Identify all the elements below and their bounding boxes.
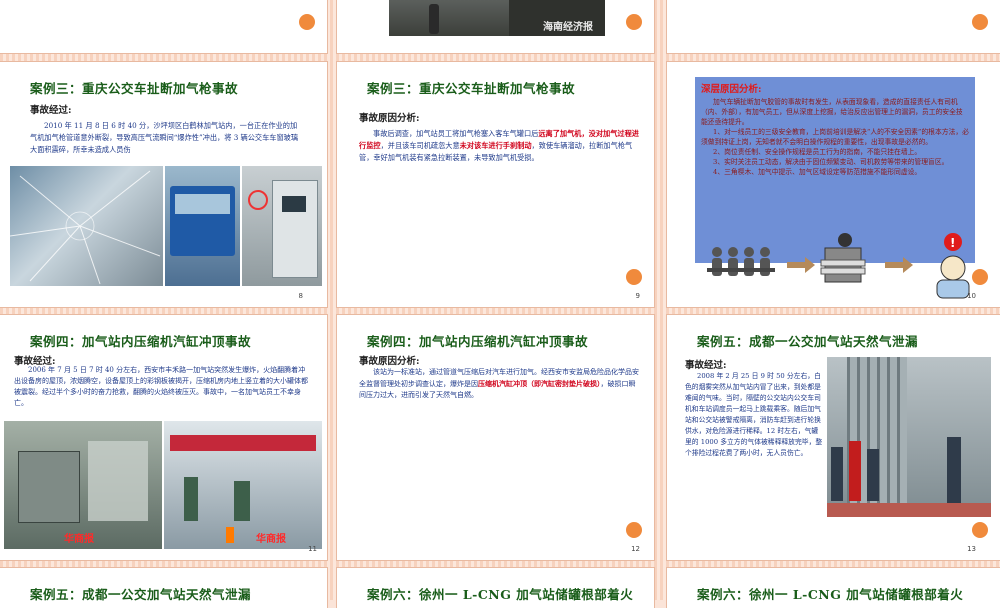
dispenser-screen: [282, 196, 306, 212]
slide-title: 案例五：成都一公交加气站天然气泄漏: [697, 334, 919, 349]
body-text: ，并且该车司机疏忽大意: [380, 141, 460, 150]
page-number: 12: [631, 545, 640, 553]
slide-7[interactable]: [667, 0, 1000, 53]
analysis-text: 加气车辆扯断加气胶管的事故时有发生，从表面现象看，造成的直接责任人有司机（内、外…: [701, 97, 969, 177]
arrow-right-icon: [787, 257, 815, 273]
slide-subtitle: 事故经过:: [30, 105, 72, 116]
dispenser-photo: [242, 166, 322, 286]
worker-figure: [184, 477, 198, 521]
worker-figure: [234, 481, 250, 521]
cracked-glass-graphic: [10, 170, 161, 285]
highlight-text: 未对该车进行手刹制动: [459, 141, 532, 150]
gas-station-photo: 华商报: [164, 421, 322, 549]
slide-dot: [626, 269, 642, 285]
slide-dot: [299, 14, 315, 30]
firefighter-figure: [849, 441, 861, 501]
analysis-para: 加气车辆扯断加气胶管的事故时有发生，从表面现象看，造成的直接责任人有司机（内、外…: [701, 98, 963, 126]
page-number: 10: [967, 292, 976, 300]
person-with-documents-icon: [820, 233, 866, 283]
analysis-para: 2、岗位责任制、安全操作规程是员工行为的指南，不能只挂在墙上。: [713, 148, 922, 156]
traffic-cone: [226, 527, 234, 543]
slide-15[interactable]: 案例六：徐州一 L-CNG 加气站储罐根部着火: [337, 568, 654, 608]
slide-dot: [972, 522, 988, 538]
machine-block: [88, 441, 148, 521]
process-illustration: !: [707, 233, 970, 299]
bus-photo: [165, 166, 240, 286]
slide-dot: [626, 522, 642, 538]
slide-body: 该站为一标准站，通过管道气压缩后对汽车进行加气。经西安市安监局危险品化学品安全监…: [359, 367, 639, 401]
arrow-right-icon: [885, 257, 913, 273]
analysis-heading: 深层原因分析:: [701, 84, 762, 95]
slide-body: 2008 年 2 月 25 日 9 时 50 分左右，白色的烟雾突然从加气站内冒…: [685, 372, 823, 457]
slide-13[interactable]: 案例五：成都一公交加气站天然气泄漏 事故经过: 2008 年 2 月 25 日 …: [667, 315, 1000, 560]
compressor-room-photo: 华商报: [4, 421, 162, 549]
slide-title: 案例三：重庆公交车扯断加气枪事故: [367, 81, 576, 96]
machine-block: [18, 451, 80, 523]
slide-11[interactable]: 案例四：加气站内压缩机汽缸冲顶事故 事故经过: 2006 年 7 月 5 日 7…: [0, 315, 327, 560]
analysis-para: 3、实时关注员工动态，解决由于固位频繁变动、司机救劳等带来的管理盲区。: [713, 158, 949, 166]
slide-6[interactable]: 海南经济报: [337, 0, 654, 53]
slide-title: 案例三：重庆公交车扯断加气枪事故: [30, 81, 239, 96]
svg-text:!: !: [950, 236, 955, 250]
slide-16[interactable]: 案例六：徐州一 L-CNG 加气站储罐根部着火: [667, 568, 1000, 608]
station-canopy: [170, 435, 316, 451]
dispenser-body: [272, 180, 318, 278]
slide-body: 事故后调查，加气站员工将加气枪塞入客车气罐口后远离了加气机，没对加气过程进行监控…: [359, 128, 639, 164]
slide-dot: [972, 269, 988, 285]
highlight-text: 压缩机汽缸冲顶（即汽缸密封垫片破损）: [478, 379, 601, 388]
ground-strip: [827, 503, 991, 517]
analysis-para: 4、三角楔木、加气中提示、加气区域设定等防范措施不能形同虚设。: [713, 168, 922, 176]
slide-title: 案例六：徐州一 L-CNG 加气站储罐根部着火: [697, 587, 964, 602]
firefighters-photo: [827, 357, 991, 517]
street-photo: 海南经济报: [389, 0, 605, 36]
alert-person-icon: !: [936, 233, 970, 299]
slide-dot: [972, 14, 988, 30]
firefighter-figure: [947, 437, 961, 507]
slide-title: 案例四：加气站内压缩机汽缸冲顶事故: [367, 334, 589, 349]
slide-10[interactable]: 深层原因分析: 加气车辆扯断加气胶管的事故时有发生，从表面现象看，造成的直接责任…: [667, 62, 1000, 307]
firefighter-figure: [867, 449, 879, 501]
body-text: 事故后调查，加气站员工将加气枪塞入客车气罐口后: [373, 129, 539, 138]
slide-subtitle: 事故经过:: [685, 360, 727, 371]
meeting-people-icon: [707, 247, 775, 276]
page-number: 11: [308, 545, 317, 553]
highlight-circle: [248, 190, 268, 210]
slide-subtitle: 事故原因分析:: [359, 356, 420, 367]
photo-watermark: 华商报: [64, 534, 94, 545]
slide-12[interactable]: 案例四：加气站内压缩机汽缸冲顶事故 事故原因分析: 该站为一标准站，通过管道气压…: [337, 315, 654, 560]
slide-title: 案例五：成都一公交加气站天然气泄漏: [30, 587, 252, 602]
slide-subtitle: 事故原因分析:: [359, 113, 420, 124]
analysis-para: 1、对一线员工的三级安全教育，上岗前培训是解决“人的不安全因素”的根本方法，必须…: [701, 128, 969, 146]
bus-window: [175, 194, 230, 214]
photo-watermark: 华商报: [256, 534, 286, 545]
page-number: 13: [967, 545, 976, 553]
person-silhouette: [429, 4, 439, 34]
slide-9[interactable]: 案例三：重庆公交车扯断加气枪事故 事故原因分析: 事故后调查，加气站员工将加气枪…: [337, 62, 654, 307]
slide-title: 案例六：徐州一 L-CNG 加气站储罐根部着火: [367, 587, 634, 602]
page-number: 8: [298, 292, 303, 300]
slide-title: 案例四：加气站内压缩机汽缸冲顶事故: [30, 334, 252, 349]
broken-window-photo: [10, 166, 163, 286]
slide-14[interactable]: 案例五：成都一公交加气站天然气泄漏: [0, 568, 327, 608]
page-number: 9: [635, 292, 640, 300]
slide-body: 2010 年 11 月 8 日 6 时 40 分，沙坪坝区白鹤林加气站内，一台正…: [30, 121, 299, 154]
slide-body: 2006 年 7 月 5 日 7 时 40 分左右，西安市丰禾路一加气站突然发生…: [14, 366, 308, 407]
slide-8[interactable]: 案例三：重庆公交车扯断加气枪事故 事故经过: 2010 年 11 月 8 日 6…: [0, 62, 327, 307]
photo-watermark: 海南经济报: [543, 22, 593, 33]
slide-5[interactable]: [0, 0, 327, 53]
firefighter-figure: [831, 447, 843, 501]
slide-dot: [626, 14, 642, 30]
